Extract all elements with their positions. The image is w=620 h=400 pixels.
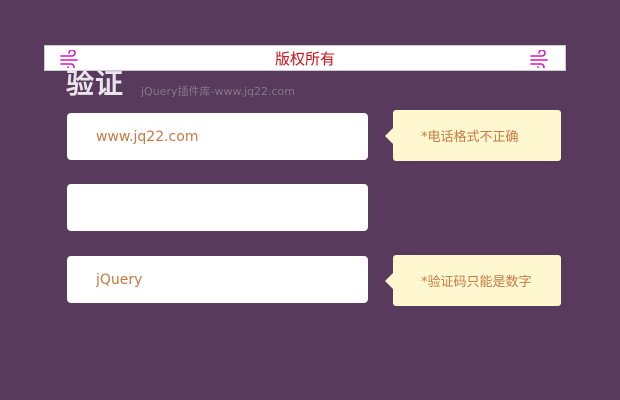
page-title: 验证: [66, 67, 125, 100]
empty-input[interactable]: [67, 184, 368, 231]
captcha-input[interactable]: [67, 256, 368, 303]
page-subtitle: jQuery插件库-www.jq22.com: [141, 85, 295, 98]
wind-icon: [530, 50, 548, 68]
phone-input[interactable]: [67, 113, 368, 160]
copyright-text: 版权所有: [274, 49, 335, 68]
phone-error-tooltip: *电话格式不正确: [385, 110, 561, 161]
captcha-error-tooltip: *验证码只能是数字: [385, 255, 561, 306]
